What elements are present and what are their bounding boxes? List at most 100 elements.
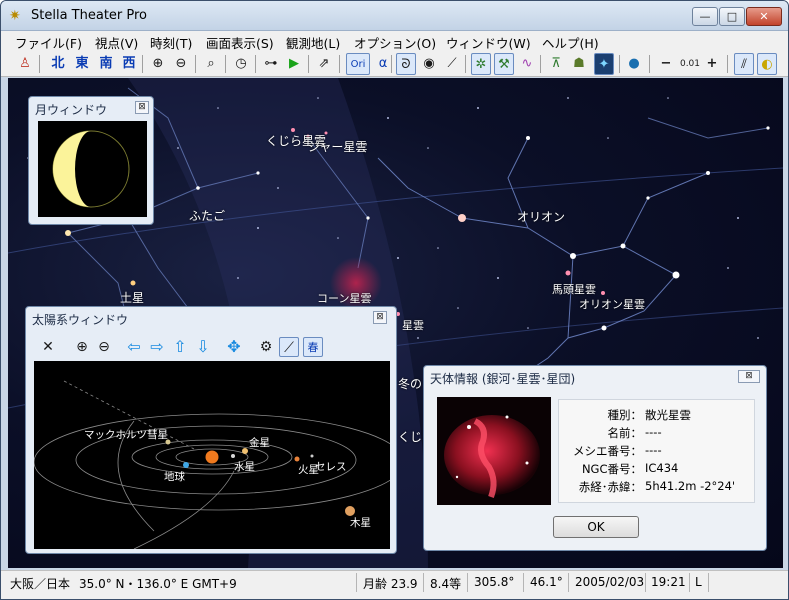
moon-window-close-button[interactable]: ⊠	[135, 101, 149, 114]
object-info-dialog[interactable]: 天体情報 (銀河･星雲･星団) ⊠ 種別： 散光星雲 名前： ---- メシエ番…	[423, 365, 767, 551]
sky-label-nebula-3[interactable]: 星雲	[402, 317, 424, 333]
nebula-image	[437, 397, 551, 505]
menu-location[interactable]: 観測地(L)	[286, 33, 340, 52]
orbit-view-icon[interactable]: ⟋	[279, 337, 299, 357]
menu-help[interactable]: ヘルプ(H)	[542, 33, 599, 52]
status-separator	[568, 573, 569, 592]
zoom-in-icon[interactable]: ⊕	[72, 337, 92, 357]
ok-button[interactable]: OK	[553, 516, 639, 538]
toolbar-separator	[308, 55, 309, 73]
toolbar-separator	[391, 55, 392, 73]
milky-way-icon[interactable]: ∿	[517, 53, 537, 75]
toolbar-separator	[195, 55, 196, 73]
moon-phase-icon[interactable]: ◐	[757, 53, 777, 75]
west-button[interactable]: 西	[119, 53, 139, 75]
arrow-right-icon[interactable]: ⇨	[147, 337, 167, 357]
toolbar-separator	[649, 55, 650, 73]
star-name-button[interactable]: α	[373, 53, 393, 75]
arrow-down-icon[interactable]: ⇩	[193, 337, 213, 357]
toolbar-separator	[727, 55, 728, 73]
sky-label-horsehead-nebula[interactable]: 馬頭星雲	[552, 281, 596, 297]
constellation-lines-icon[interactable]: ✲	[471, 53, 491, 75]
east-button[interactable]: 東	[72, 53, 92, 75]
comet-label: マックホルツ彗星	[84, 429, 168, 441]
info-row-type: 種別： 散光星雲	[607, 408, 692, 422]
maximize-button[interactable]: □	[719, 7, 745, 26]
info-dialog-close-button[interactable]: ⊠	[738, 370, 760, 383]
earth-icon[interactable]: ●	[624, 53, 644, 75]
status-coordinates: 35.0° N・136.0° E GMT+9	[79, 577, 237, 591]
menu-view[interactable]: 視点(V)	[95, 33, 138, 52]
field-zoom-plus-button[interactable]: +	[702, 53, 722, 75]
search-icon[interactable]: ⌕	[201, 53, 221, 75]
horizon-icon[interactable]: ☗	[569, 53, 589, 75]
solar-toolbar: ✕ ⊕ ⊖ ⇦ ⇨ ⇧ ⇩ ✥ ⚙ ⟋ 春	[32, 335, 390, 359]
toolbar-separator	[540, 55, 541, 73]
minimize-button[interactable]: —	[692, 7, 718, 26]
moon-window-title: 月ウィンドウ	[35, 103, 108, 117]
moon-phase-icon	[52, 130, 130, 208]
observer-icon[interactable]: ♙	[15, 53, 35, 75]
menu-options[interactable]: オプション(O)	[354, 33, 436, 52]
menu-window[interactable]: ウィンドウ(W)	[446, 33, 531, 52]
sky-label-saturn[interactable]: 土星	[120, 289, 144, 306]
constellation-name-button[interactable]: Ori	[346, 53, 370, 75]
telescope-icon[interactable]: ⊼	[546, 53, 566, 75]
north-button[interactable]: 北	[48, 53, 68, 75]
status-separator	[467, 573, 468, 592]
season-button[interactable]: 春	[303, 337, 323, 357]
meteor-icon[interactable]: ⟋	[442, 53, 462, 75]
menu-time[interactable]: 時刻(T)	[150, 33, 192, 52]
moon-window[interactable]: 月ウィンドウ ⊠	[28, 96, 154, 225]
status-separator	[689, 573, 690, 592]
pointer-icon[interactable]: ⇗	[314, 53, 334, 75]
close-button[interactable]: ✕	[746, 7, 782, 26]
sky-label-winter[interactable]: 冬の	[398, 375, 422, 392]
zoom-in-icon[interactable]: ⊕	[148, 53, 168, 75]
sky-label-gemini[interactable]: ふたご	[189, 207, 225, 224]
night-sky-icon[interactable]: ✦	[594, 53, 614, 75]
gear-icon[interactable]: ⚙	[256, 337, 276, 357]
close-orbit-icon[interactable]: ✕	[38, 337, 58, 357]
play-icon[interactable]: ▶	[284, 53, 304, 75]
app-star-icon: ✷	[9, 8, 21, 24]
arrow-left-icon[interactable]: ⇦	[124, 337, 144, 357]
solar-window-title: 太陽系ウィンドウ	[32, 313, 129, 327]
solar-system-view[interactable]: マックホルツ彗星 金星 地球 水星 火星 セレス 木星	[34, 361, 390, 549]
status-separator	[423, 573, 424, 592]
menu-display[interactable]: 画面表示(S)	[206, 33, 274, 52]
galaxy-icon[interactable]: ᘐ	[396, 53, 416, 75]
clock-icon[interactable]: ◷	[231, 53, 251, 75]
menu-file[interactable]: ファイル(F)	[15, 33, 82, 52]
menu-bar: ファイル(F) 視点(V) 時刻(T) 画面表示(S) 観測地(L) オプション…	[1, 31, 788, 51]
planet-icon[interactable]: ◉	[419, 53, 439, 75]
sky-label-nebula-2[interactable]: ジャー星雲	[308, 138, 367, 155]
sky-label-orion-nebula[interactable]: オリオン星雲	[579, 296, 645, 312]
moon-phase-view	[38, 121, 147, 217]
status-separator	[356, 573, 357, 592]
title-bar[interactable]: ✷ Stella Theater Pro — □ ✕	[1, 1, 788, 31]
earth-label: 地球	[164, 471, 185, 483]
sky-label-orion[interactable]: オリオン	[517, 208, 565, 225]
sky-label-cetus[interactable]: くじ	[398, 428, 422, 445]
south-button[interactable]: 南	[96, 53, 116, 75]
line-style-icon[interactable]: ⫽	[734, 53, 754, 75]
move-icon[interactable]: ✥	[224, 337, 244, 357]
info-dialog-title: 天体情報 (銀河･星雲･星団)	[430, 372, 576, 386]
status-azimuth: 305.8°	[474, 575, 515, 589]
solar-system-window[interactable]: 太陽系ウィンドウ ⊠ ✕ ⊕ ⊖ ⇦ ⇨ ⇧ ⇩ ✥ ⚙ ⟋ 春 マックホルツ彗…	[25, 306, 397, 554]
toolbar-separator	[142, 55, 143, 73]
window-title: Stella Theater Pro	[31, 8, 148, 23]
field-zoom-minus-button[interactable]: −	[656, 53, 676, 75]
zoom-out-icon[interactable]: ⊖	[171, 53, 191, 75]
sky-label-cone-nebula[interactable]: コーン星雲	[317, 290, 371, 306]
zoom-out-icon[interactable]: ⊖	[94, 337, 114, 357]
venus-label: 金星	[249, 437, 270, 449]
step-icon[interactable]: ⊶	[261, 53, 281, 75]
status-bar: 大阪／日本 35.0° N・136.0° E GMT+9 月齢 23.9 8.4…	[1, 570, 788, 599]
arrow-up-icon[interactable]: ⇧	[170, 337, 190, 357]
solar-window-close-button[interactable]: ⊠	[373, 311, 387, 324]
toolbar-separator	[39, 55, 40, 73]
info-row-name: 名前： ----	[607, 425, 662, 440]
constellation-art-icon[interactable]: ⚒	[494, 53, 514, 75]
